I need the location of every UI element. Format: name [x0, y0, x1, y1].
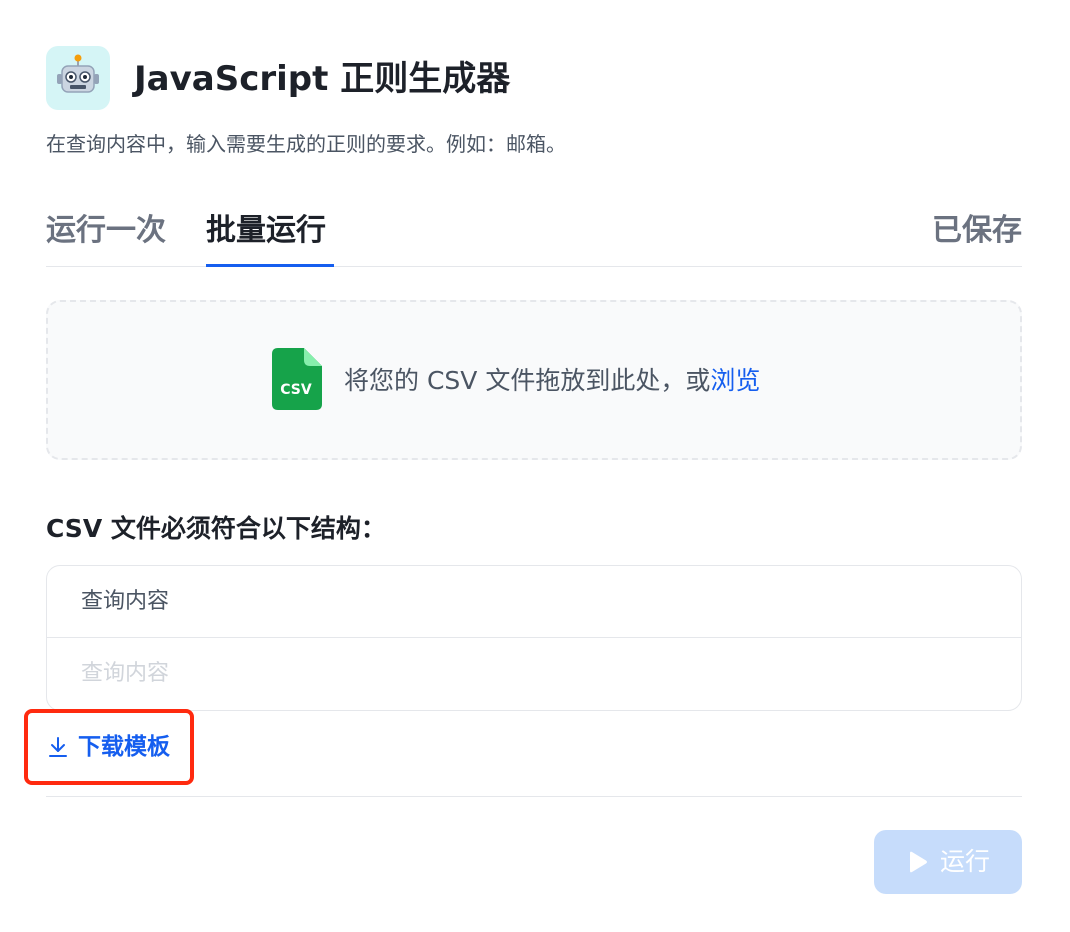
tab-batch-run[interactable]: 批量运行	[206, 210, 326, 252]
active-tab-indicator	[206, 264, 334, 267]
app-description: 在查询内容中，输入需要生成的正则的要求。例如：邮箱。	[46, 132, 566, 156]
play-icon	[909, 851, 927, 873]
batch-run-page: JavaScript 正则生成器 在查询内容中，输入需要生成的正则的要求。例如：…	[0, 0, 1070, 932]
csv-structure-title: CSV 文件必须符合以下结构：	[46, 514, 386, 543]
structure-column-header: 查询内容	[47, 566, 1021, 638]
bottom-divider	[46, 796, 1022, 797]
csv-file-icon: CSV	[272, 348, 322, 410]
dropzone-instruction: 将您的 CSV 文件拖放到此处，或	[344, 366, 711, 395]
tab-saved[interactable]: 已保存	[932, 210, 1022, 252]
tab-run-once[interactable]: 运行一次	[46, 210, 166, 252]
svg-text:CSV: CSV	[280, 382, 312, 398]
run-button[interactable]: 运行	[874, 830, 1022, 894]
download-icon	[49, 737, 67, 757]
browse-link[interactable]: 浏览	[710, 366, 760, 395]
download-template-button[interactable]: 下载模板	[46, 730, 170, 764]
csv-structure-table: 查询内容 查询内容	[46, 565, 1022, 711]
app-icon	[46, 46, 110, 110]
structure-placeholder-row: 查询内容	[81, 661, 170, 686]
robot-icon	[57, 54, 99, 93]
dropzone-text: 将您的 CSV 文件拖放到此处，或浏览	[344, 364, 760, 398]
tab-divider	[46, 266, 1022, 267]
download-template-label: 下载模板	[78, 734, 170, 760]
app-title: JavaScript 正则生成器	[134, 59, 511, 99]
run-button-label: 运行	[939, 847, 990, 876]
csv-dropzone[interactable]: CSV 将您的 CSV 文件拖放到此处，或浏览	[46, 300, 1022, 460]
